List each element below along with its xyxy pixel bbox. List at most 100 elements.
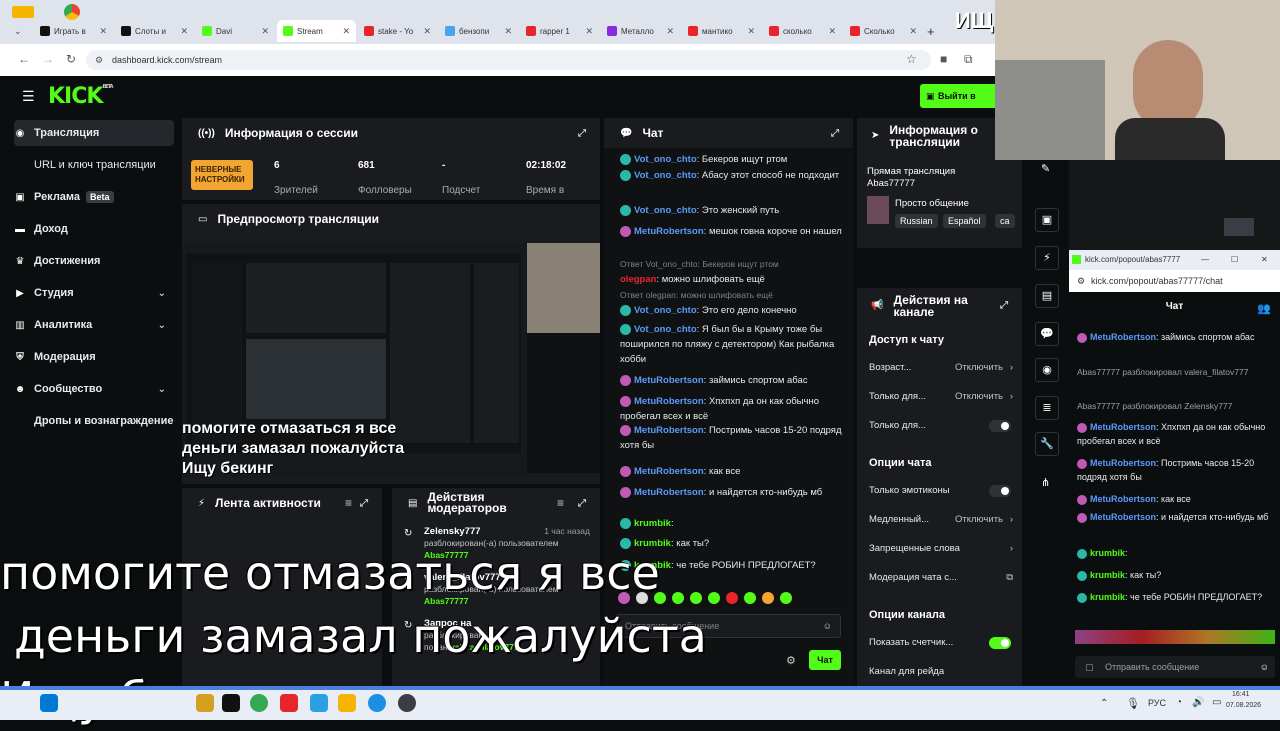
sidebar-item[interactable]: Дропы и вознаграждение <box>14 408 184 434</box>
bookmark-star-icon[interactable]: ☆ <box>906 52 917 66</box>
stream-tag[interactable]: Russian <box>895 214 938 228</box>
mic-icon[interactable]: 🎙 <box>1126 697 1140 710</box>
sidebar-item[interactable]: ♛ Достижения <box>14 248 174 274</box>
browser-tab[interactable]: Играть в ✕ <box>34 20 113 42</box>
chevron-right-icon[interactable]: › <box>1010 543 1013 554</box>
close-icon[interactable]: ✕ <box>1261 250 1268 270</box>
tab-close-icon[interactable]: ✕ <box>909 26 917 37</box>
chat-username[interactable]: MetuRobertson <box>634 375 704 386</box>
tab-close-icon[interactable]: ✕ <box>585 26 593 37</box>
browser-tab[interactable]: Сколько ✕ <box>844 20 923 42</box>
sidebar-item[interactable]: ▣ Реклама Beta <box>14 184 174 210</box>
chevron-right-icon[interactable]: › <box>1010 391 1013 402</box>
app-icon[interactable] <box>222 694 240 712</box>
document-icon[interactable]: ▤ <box>1035 284 1059 308</box>
browser-tab[interactable]: stake - Yo ✕ <box>358 20 437 42</box>
channel-action-row[interactable]: Канал для рейда <box>869 666 1017 680</box>
sidebar-item[interactable]: ▥ Аналитика ⌄ <box>14 312 174 338</box>
toggle-switch[interactable] <box>989 485 1011 497</box>
forward-icon[interactable]: → <box>42 52 54 66</box>
new-tab-button[interactable]: + <box>927 24 935 39</box>
browser-tab[interactable]: rapper 1 ✕ <box>520 20 599 42</box>
site-info-icon[interactable]: ⚙ <box>95 50 103 70</box>
broadcast-icon[interactable]: ◉ <box>1035 358 1059 382</box>
chat-username[interactable]: MetuRobertson <box>634 466 704 477</box>
sidebar-item[interactable]: URL и ключ трансляции <box>14 152 174 178</box>
menu-icon[interactable]: ☰ <box>22 88 35 105</box>
reload-icon[interactable]: ↻ <box>66 52 76 66</box>
sidebar-item[interactable]: ⛨ Модерация <box>14 344 174 370</box>
tab-close-icon[interactable]: ✕ <box>828 26 836 37</box>
chat-username[interactable]: MetuRobertson <box>634 425 704 436</box>
clock-date[interactable]: 07.08.2026 <box>1226 702 1261 709</box>
browser-tab[interactable]: Слоты и ✕ <box>115 20 194 42</box>
sidebar-item[interactable]: ▬ Доход <box>14 216 174 242</box>
browser-tab[interactable]: мантико ✕ <box>682 20 761 42</box>
browser-tab[interactable]: сколько ✕ <box>763 20 842 42</box>
filter-icon[interactable]: ≡ <box>557 497 564 509</box>
users-icon[interactable]: 👥 <box>1257 302 1271 315</box>
language-indicator[interactable]: РУС <box>1148 698 1166 708</box>
emoji-icon[interactable]: ☺ <box>1260 656 1269 678</box>
chat-username[interactable]: MetuRobertson <box>634 226 704 237</box>
channel-action-row[interactable]: Показать счетчик... <box>869 637 1017 651</box>
chat-username[interactable]: Vot_ono_chto <box>634 170 697 181</box>
chat-username[interactable]: olegpan <box>620 274 656 285</box>
popout-icon[interactable]: ⤢ <box>1000 300 1008 312</box>
go-live-button[interactable]: ▣ Выйти в эфи <box>920 84 995 125</box>
tab-close-icon[interactable]: ✕ <box>666 26 674 37</box>
send-chat-button[interactable]: Чат <box>809 650 841 670</box>
toggle-switch[interactable] <box>989 420 1011 432</box>
clock-time[interactable]: 16:41 <box>1232 691 1250 698</box>
share-icon[interactable]: ⋔ <box>1041 476 1050 489</box>
start-icon[interactable] <box>40 694 58 712</box>
popout-username[interactable]: MetuRobertson <box>1090 458 1156 468</box>
chevron-right-icon[interactable]: › <box>1010 362 1013 373</box>
chevron-down-icon[interactable]: ⌄ <box>158 320 166 331</box>
popout-icon[interactable]: ⤢ <box>578 498 586 509</box>
stream-preview[interactable]: помогите отмазаться я все деньги замазал… <box>182 243 600 478</box>
extension-icon[interactable]: ■ <box>940 52 947 66</box>
popout-username[interactable]: MetuRobertson <box>1090 494 1156 504</box>
stream-tag[interactable]: Español <box>943 214 986 228</box>
browser-tab[interactable]: Stream ✕ <box>277 20 356 42</box>
sidebar-item[interactable]: ☻ Сообщество ⌄ <box>14 376 174 402</box>
tab-close-icon[interactable]: ✕ <box>747 26 755 37</box>
emote-icon[interactable] <box>780 592 792 604</box>
maximize-icon[interactable]: ☐ <box>1231 250 1238 270</box>
chat-settings-gear-icon[interactable]: ⚙ <box>786 654 796 667</box>
warning-badge[interactable]: НЕВЕРНЫЕ НАСТРОЙКИ <box>191 160 253 190</box>
popout-username[interactable]: krumbik <box>1090 570 1125 580</box>
channel-action-row[interactable]: Только для... <box>869 420 1017 434</box>
browser-tab[interactable]: бензопи ✕ <box>439 20 518 42</box>
tab-list-chevron-icon[interactable]: ⌄ <box>14 26 22 37</box>
chevron-down-icon[interactable]: ⌄ <box>158 384 166 395</box>
emoji-icon[interactable]: ☺ <box>823 615 832 637</box>
chat-username[interactable]: MetuRobertson <box>634 396 704 407</box>
folder-icon[interactable] <box>338 694 356 712</box>
chat-username[interactable]: Vot_ono_chto <box>634 154 697 165</box>
tray-chevron-icon[interactable]: ⌃ <box>1100 698 1108 709</box>
chrome-icon[interactable] <box>250 694 268 712</box>
sidebar-item[interactable]: ▶ Студия ⌄ <box>14 280 174 306</box>
browser-tab[interactable]: Davi ✕ <box>196 20 275 42</box>
tab-close-icon[interactable]: ✕ <box>504 26 512 37</box>
pencil-icon[interactable]: ✎ <box>1041 162 1050 175</box>
extensions-puzzle-icon[interactable]: ⧉ <box>964 52 973 67</box>
battery-icon[interactable]: ▭ <box>1212 697 1221 708</box>
minimize-icon[interactable]: — <box>1201 250 1209 270</box>
external-link-icon[interactable]: ⧉ <box>1006 572 1013 583</box>
browser-tab[interactable]: Металло ✕ <box>601 20 680 42</box>
sidebar-item[interactable]: ◉ Трансляция <box>14 120 174 146</box>
chat-username[interactable]: Vot_ono_chto <box>634 205 697 216</box>
volume-icon[interactable]: 🔊 <box>1192 697 1204 708</box>
tab-close-icon[interactable]: ✕ <box>99 26 107 37</box>
popout-icon[interactable]: ⤢ <box>831 128 839 139</box>
chat-icon[interactable]: 💬 <box>1035 322 1059 346</box>
server-icon[interactable]: ≣ <box>1035 396 1059 420</box>
network-icon[interactable]: ◔ <box>1176 697 1182 708</box>
channel-action-row[interactable]: Только эмотиконы <box>869 485 1017 499</box>
emote-strip[interactable] <box>1075 630 1275 644</box>
chat-username[interactable]: MetuRobertson <box>634 487 704 498</box>
channel-action-row[interactable]: Возраст... Отключить › <box>869 362 1017 376</box>
